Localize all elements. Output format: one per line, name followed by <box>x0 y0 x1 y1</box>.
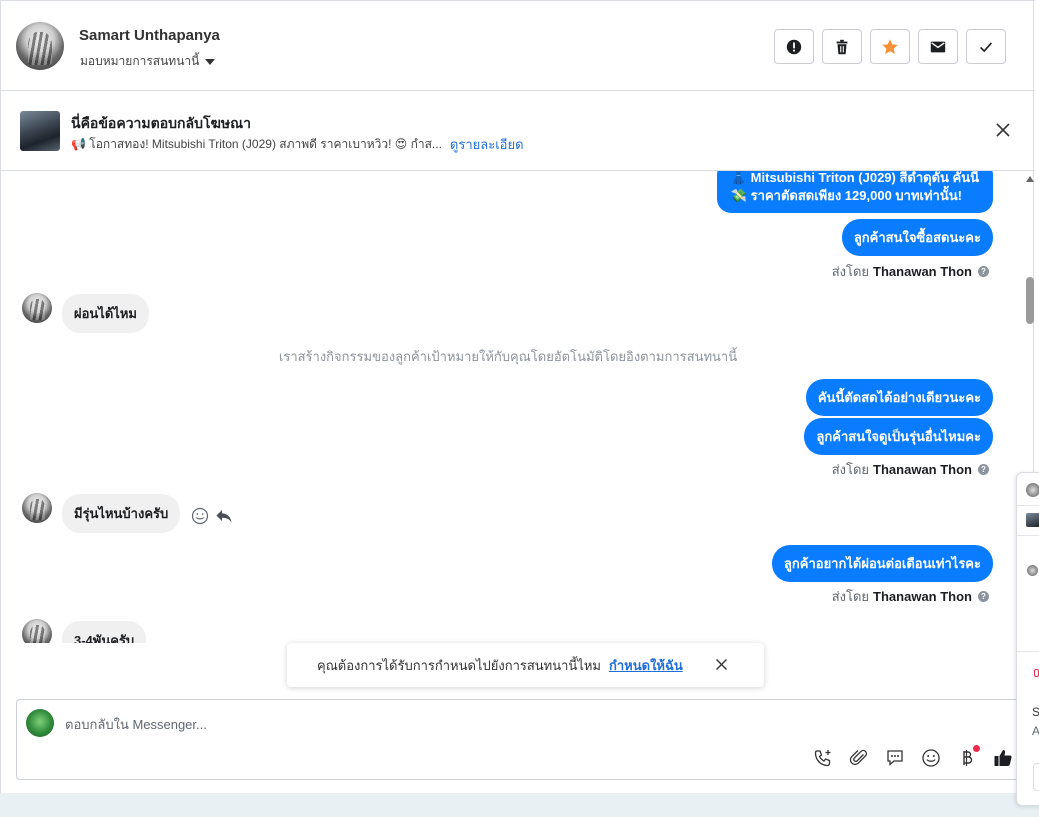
conversation-header: Samart Unthapanya มอบหมายการสนทนานี้ <box>1 0 1035 91</box>
mark-spam-button[interactable] <box>774 29 814 64</box>
assign-dropdown[interactable]: มอบหมายการสนทนานี้ <box>80 52 216 71</box>
sent-by-label: ส่งโดย Thanawan Thon ? <box>832 261 989 282</box>
agent-name: Thanawan Thon <box>873 264 972 279</box>
assign-label: มอบหมายการสนทนานี้ <box>80 54 200 68</box>
reply-icon[interactable] <box>215 507 233 525</box>
divider <box>1017 535 1039 536</box>
message-bubble-incoming[interactable]: 3-4พันครับ <box>62 621 147 643</box>
star-button[interactable] <box>870 29 910 64</box>
message-text: 👗 Mitsubishi Triton (J029) สีดำดุดัน คัน… <box>730 171 979 185</box>
side-overlay-panel[interactable]: S A <box>1016 472 1039 806</box>
star-icon <box>882 38 898 54</box>
close-icon[interactable] <box>715 658 728 671</box>
ad-preview-text: 📢 โอกาสทอง! Mitsubishi Triton (J029) สภา… <box>71 137 442 151</box>
assign-prompt-toast: คุณต้องการได้รับการกำหนดไปยังการสนทนานี้… <box>287 643 764 687</box>
side-panel-letter: S <box>1032 705 1039 719</box>
paperclip-icon <box>849 749 868 766</box>
message-thread[interactable]: 👗 Mitsubishi Triton (J029) สีดำดุดัน คัน… <box>1 171 1035 643</box>
emoji-react-icon[interactable] <box>191 507 209 525</box>
divider <box>1017 651 1039 652</box>
mini-avatar <box>1027 565 1038 576</box>
ad-banner-title: นี่คือข้อความตอบกลับโฆษณา <box>71 115 251 131</box>
mail-icon <box>930 41 946 52</box>
assign-to-me-link[interactable]: กำหนดให้ฉัน <box>609 655 683 676</box>
saved-replies-button[interactable] <box>884 747 906 769</box>
message-bubble-outgoing[interactable]: ลูกค้าสนใจซื้อสดนะคะ <box>841 219 993 256</box>
reply-input[interactable]: ตอบกลับใน Messenger... <box>65 714 207 735</box>
message-bubble-outgoing[interactable]: ลูกค้าอยากได้ผ่อนต่อเดือนเท่าไรคะ <box>771 545 993 582</box>
ad-preview-line: 📢 โอกาสทอง! Mitsubishi Triton (J029) สภา… <box>71 134 524 155</box>
sent-by-prefix: ส่งโดย <box>831 264 870 279</box>
phone-add-icon <box>814 750 831 767</box>
red-badge-icon <box>1034 669 1039 677</box>
scroll-up-arrow-icon[interactable] <box>1026 176 1034 182</box>
ad-reply-banner: นี่คือข้อความตอบกลับโฆษณา 📢 โอกาสทอง! Mi… <box>1 91 1035 171</box>
message-bubble-outgoing[interactable]: ลูกค้าสนใจดูเป็นรุ่นอื่นไหมคะ <box>804 418 993 455</box>
emoji-button[interactable] <box>920 747 942 769</box>
message-bubble-outgoing[interactable]: 👗 Mitsubishi Triton (J029) สีดำดุดัน คัน… <box>716 171 993 213</box>
message-bubble-incoming[interactable]: ผ่อนได้ไหม <box>62 294 149 333</box>
help-icon[interactable]: ? <box>978 464 989 475</box>
divider <box>1017 505 1039 506</box>
page-avatar <box>26 709 54 737</box>
header-actions <box>774 29 1006 64</box>
attach-button[interactable] <box>848 747 870 769</box>
mark-done-button[interactable] <box>966 29 1006 64</box>
thumbs-up-icon <box>994 750 1012 766</box>
side-panel-letter: A <box>1032 724 1039 738</box>
agent-name: Thanawan Thon <box>873 589 972 604</box>
sent-by-label: ส่งโดย Thanawan Thon ? <box>832 459 989 480</box>
contact-avatar <box>22 493 52 523</box>
sent-by-prefix: ส่งโดย <box>831 589 870 604</box>
assign-prompt-text: คุณต้องการได้รับการกำหนดไปยังการสนทนานี้… <box>317 657 601 673</box>
ad-details-link[interactable]: ดูรายละเอียด <box>450 134 524 155</box>
ad-thumbnail <box>20 111 60 151</box>
system-note: เราสร้างกิจกรรมของลูกค้าเป้าหมายให้กับคุ… <box>278 349 738 364</box>
contact-avatar[interactable] <box>16 22 64 70</box>
emoji-icon <box>922 749 940 767</box>
message-composer[interactable]: ตอบกลับใน Messenger... <box>16 699 1025 780</box>
help-icon[interactable]: ? <box>978 266 989 277</box>
message-text: 💸 ราคาตัดสดเพียง 129,000 บาทเท่านั้น! <box>730 188 962 203</box>
check-icon <box>980 41 993 52</box>
payment-button[interactable] <box>956 745 980 769</box>
contact-avatar <box>22 293 52 323</box>
help-icon[interactable]: ? <box>978 591 989 602</box>
call-button[interactable] <box>812 747 834 769</box>
caret-down-icon <box>205 58 216 65</box>
message-bubble-outgoing[interactable]: คันนี้ตัดสดได้อย่างเดียวนะคะ <box>805 379 993 416</box>
sent-by-prefix: ส่งโดย <box>831 462 870 477</box>
trash-icon <box>836 39 848 54</box>
close-icon[interactable] <box>995 122 1011 138</box>
sent-by-label: ส่งโดย Thanawan Thon ? <box>832 586 989 607</box>
side-panel-button[interactable] <box>1033 763 1039 791</box>
mark-unread-button[interactable] <box>918 29 958 64</box>
contact-name[interactable]: Samart Unthapanya <box>79 27 220 44</box>
message-bubble-incoming[interactable]: มีรุ่นไหนบ้างครับ <box>62 494 181 533</box>
conversation-panel: Samart Unthapanya มอบหมายการสนทนานี้ นี่… <box>0 0 1035 793</box>
delete-button[interactable] <box>822 29 862 64</box>
alert-icon <box>786 39 802 54</box>
page-background-band <box>0 793 1039 817</box>
chat-bubble-icon <box>887 750 903 766</box>
notification-dot <box>973 745 980 752</box>
like-button[interactable] <box>992 747 1014 769</box>
contact-avatar <box>22 619 52 643</box>
agent-name: Thanawan Thon <box>873 462 972 477</box>
mini-thumbnail <box>1026 513 1039 527</box>
scrollbar-thumb[interactable] <box>1026 277 1034 324</box>
composer-toolbar <box>812 745 1014 769</box>
mini-avatar <box>1026 483 1039 497</box>
